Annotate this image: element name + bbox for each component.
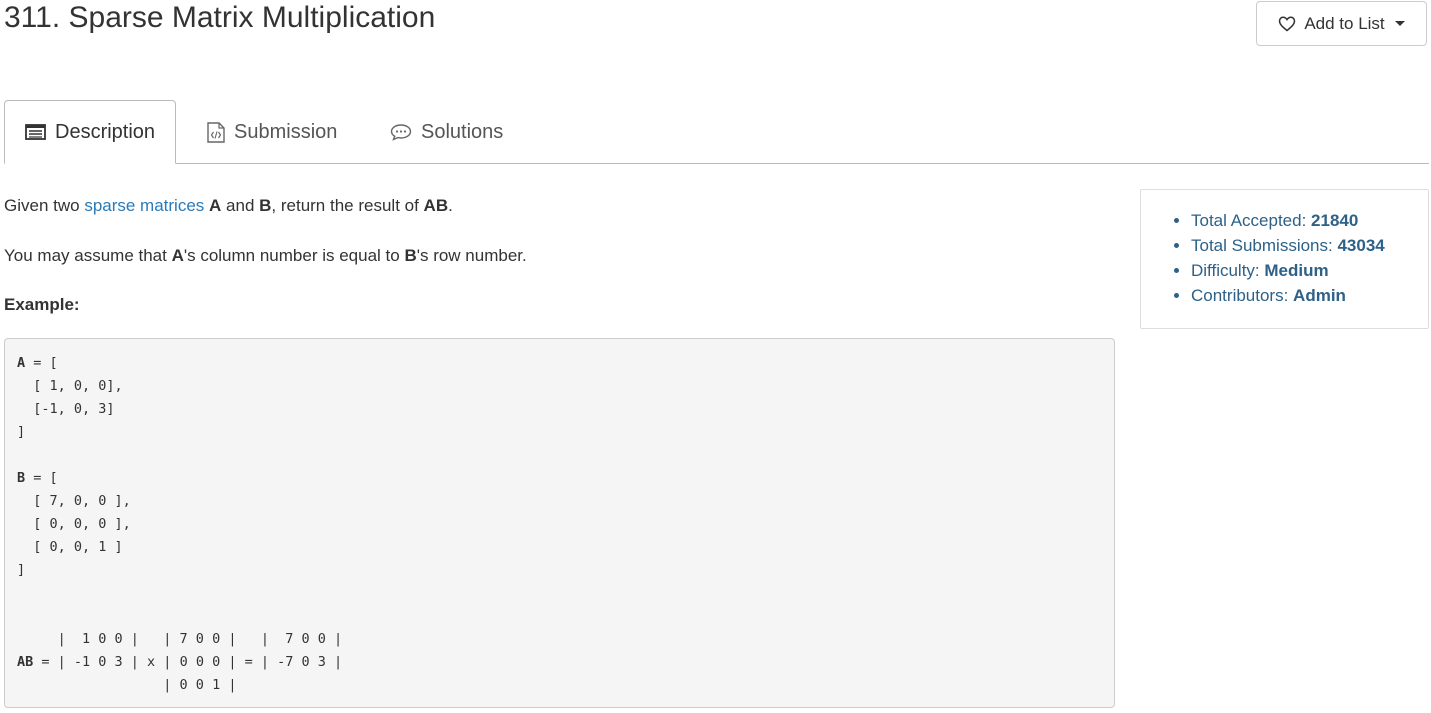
chat-bubble-icon — [390, 123, 412, 141]
text: . — [448, 196, 453, 215]
text: You may assume that — [4, 246, 172, 265]
description-paragraph-1: Given two sparse matrices A and B, retur… — [4, 193, 453, 219]
description-icon — [25, 124, 46, 140]
stat-label: Total Submissions: — [1191, 236, 1338, 255]
example-code-block: A = [ [ 1, 0, 0], [-1, 0, 3] ] B = [ [ 7… — [4, 338, 1115, 708]
stat-value: 43034 — [1337, 236, 1385, 255]
page-title: 311. Sparse Matrix Multiplication — [4, 1, 436, 34]
stat-label: Total Accepted: — [1191, 211, 1312, 230]
text: 's column number is equal to — [183, 246, 405, 265]
stat-contributors: Contributors: Admin — [1191, 283, 1428, 308]
matrix-b-label: B — [404, 246, 417, 265]
code-label-ab: AB — [17, 654, 34, 670]
tab-solutions-label: Solutions — [421, 120, 504, 143]
add-to-list-label: Add to List — [1304, 13, 1385, 33]
chevron-down-icon — [1394, 21, 1405, 26]
submission-code-icon — [207, 121, 225, 143]
matrix-a-label: A — [209, 196, 222, 215]
text: Given two — [4, 196, 85, 215]
example-heading: Example: — [4, 295, 80, 314]
text: 's row number. — [416, 246, 527, 265]
code-label-b: B — [17, 470, 26, 486]
matrix-b-label: B — [259, 196, 272, 215]
tab-bar: Description Submission Solutions — [4, 100, 1429, 164]
tab-description[interactable]: Description — [4, 100, 176, 164]
problem-stats-panel: Total Accepted: 21840 Total Submissions:… — [1140, 189, 1429, 329]
stat-value: Medium — [1264, 261, 1329, 280]
stat-total-accepted: Total Accepted: 21840 — [1191, 208, 1428, 233]
tab-submission-label: Submission — [234, 120, 338, 143]
heart-icon — [1278, 16, 1296, 32]
code-text: = [ [ 7, 0, 0 ], [ 0, 0, 0 ], [ 0, 0, 1 … — [17, 470, 343, 647]
tab-description-label: Description — [55, 120, 156, 143]
add-to-list-button[interactable]: Add to List — [1256, 1, 1427, 46]
matrix-ab-label: AB — [423, 196, 449, 215]
code-label-a: A — [17, 355, 26, 371]
sparse-matrices-link[interactable]: sparse matrices — [84, 196, 204, 215]
stat-difficulty: Difficulty: Medium — [1191, 258, 1428, 283]
text: and — [221, 196, 260, 215]
description-paragraph-2: You may assume that A's column number is… — [4, 243, 527, 269]
stat-total-submissions: Total Submissions: 43034 — [1191, 233, 1428, 258]
tab-submission[interactable]: Submission — [207, 100, 337, 164]
stat-value: 21840 — [1311, 211, 1359, 230]
text: , return the result of — [271, 196, 424, 215]
stat-label: Contributors: — [1191, 286, 1294, 305]
matrix-a-label: A — [171, 246, 184, 265]
code-text: = [ [ 1, 0, 0], [-1, 0, 3] ] — [17, 355, 123, 440]
tab-solutions[interactable]: Solutions — [390, 100, 503, 164]
code-text: = | -1 0 3 | x | 0 0 0 | = | -7 0 3 | | … — [41, 654, 343, 693]
stat-value: Admin — [1293, 286, 1346, 305]
stat-label: Difficulty: — [1191, 261, 1265, 280]
